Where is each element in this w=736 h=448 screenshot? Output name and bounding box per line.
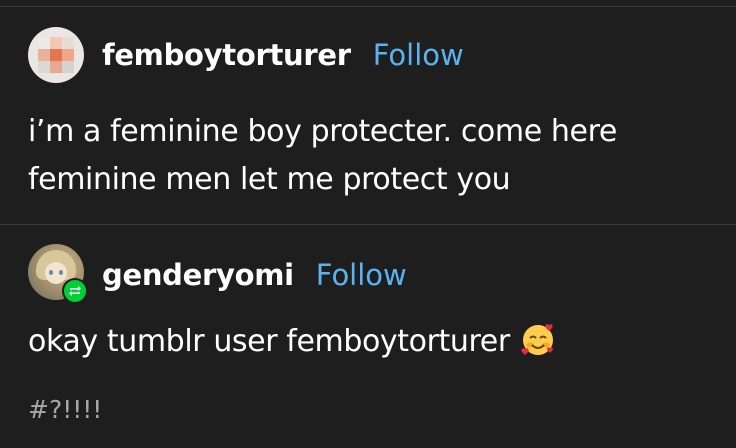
follow-button[interactable]: Follow — [316, 258, 407, 292]
post-genderyomi: genderyomi Follow okay tumblr user fembo… — [0, 225, 736, 448]
avatar-pixel — [38, 49, 50, 61]
post-femboytorturer: femboytorturer Follow i’m a feminine boy… — [0, 7, 736, 224]
follow-button[interactable]: Follow — [373, 38, 464, 72]
avatar-eye — [59, 270, 63, 275]
avatar-pixel — [62, 37, 74, 49]
post-tags[interactable]: #?!!!! — [28, 395, 102, 424]
avatar[interactable] — [28, 27, 84, 83]
username[interactable]: femboytorturer — [102, 38, 351, 72]
avatar-pixel — [50, 49, 62, 61]
avatar-pixel — [50, 61, 62, 73]
smiling-face-with-hearts-icon — [520, 321, 556, 357]
avatar-container[interactable] — [28, 244, 90, 306]
reblog-icon — [62, 278, 88, 304]
avatar-pixel — [38, 37, 50, 49]
post-text: i’m a feminine boy protecter. come here … — [28, 114, 617, 197]
post-header: femboytorturer Follow — [28, 27, 464, 83]
avatar-pixel — [38, 61, 50, 73]
post-text-content: okay tumblr user femboytorturer — [28, 324, 510, 359]
username[interactable]: genderyomi — [102, 258, 294, 292]
avatar-eye — [49, 270, 53, 275]
avatar-pixel — [62, 49, 74, 61]
avatar-pixel — [62, 61, 74, 73]
avatar-pixel — [50, 37, 62, 49]
post-text: okay tumblr user femboytorturer — [28, 318, 556, 366]
post-header: genderyomi Follow — [28, 244, 407, 306]
